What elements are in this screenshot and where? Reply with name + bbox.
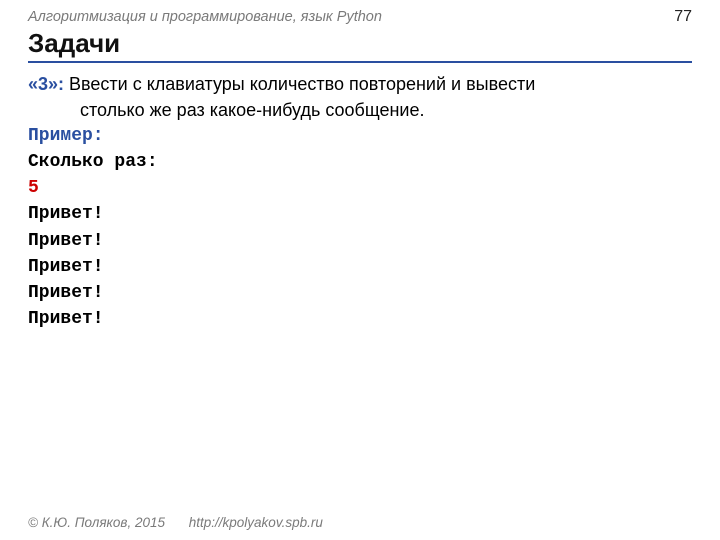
page-title: Задачи bbox=[28, 28, 692, 63]
page-number: 77 bbox=[674, 8, 692, 26]
copyright: © К.Ю. Поляков, 2015 bbox=[28, 515, 165, 530]
output-line: Привет! bbox=[28, 280, 692, 306]
example-label: Пример: bbox=[28, 123, 692, 149]
prompt-label: Сколько раз: bbox=[28, 149, 692, 175]
output-line: Привет! bbox=[28, 228, 692, 254]
output-line: Привет! bbox=[28, 201, 692, 227]
output-line: Привет! bbox=[28, 254, 692, 280]
task-marker: «3»: bbox=[28, 74, 64, 94]
task-description: «3»: Ввести с клавиатуры количество повт… bbox=[28, 71, 692, 123]
header: Алгоритмизация и программирование, язык … bbox=[28, 8, 692, 26]
subject-title: Алгоритмизация и программирование, язык … bbox=[28, 9, 382, 25]
output-line: Привет! bbox=[28, 306, 692, 332]
content: «3»: Ввести с клавиатуры количество повт… bbox=[28, 71, 692, 332]
task-line-2: столько же раз какое-нибудь сообщение. bbox=[28, 97, 692, 123]
footer: © К.Ю. Поляков, 2015 http://kpolyakov.sp… bbox=[28, 515, 323, 530]
task-line-1: Ввести с клавиатуры количество повторени… bbox=[64, 74, 535, 94]
input-value: 5 bbox=[28, 175, 692, 201]
slide: Алгоритмизация и программирование, язык … bbox=[0, 0, 720, 540]
footer-url: http://kpolyakov.spb.ru bbox=[189, 515, 323, 530]
